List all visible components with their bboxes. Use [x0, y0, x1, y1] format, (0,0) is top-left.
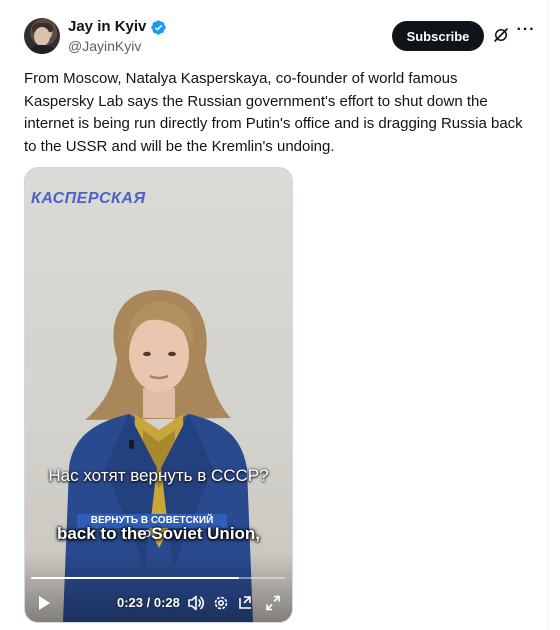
tweet-text: From Moscow, Natalya Kasperskaya, co-fou… — [24, 70, 523, 155]
tweet-card: Jay in Kyiv @JayinKyiv Subscribe ··· Fro… — [0, 0, 549, 630]
tweet-header: Jay in Kyiv @JayinKyiv Subscribe ··· — [24, 18, 534, 58]
video-caption-english: back to the Soviet Union, — [56, 524, 261, 543]
video-time: 0:23 / 0:28 — [117, 595, 180, 610]
video-caption-russian: Нас хотят вернуть в СССР? — [48, 466, 269, 485]
video-player[interactable]: КАСПЕРСКАЯ Нас хотят вернуть в СССР? ВЕР… — [24, 167, 293, 623]
grok-icon[interactable] — [492, 26, 510, 44]
verified-badge-icon — [151, 19, 167, 35]
fullscreen-icon[interactable] — [265, 594, 281, 612]
more-icon[interactable]: ··· — [516, 22, 536, 43]
play-icon[interactable] — [37, 594, 51, 612]
author-name-row[interactable]: Jay in Kyiv — [68, 18, 167, 36]
author-name[interactable]: Jay in Kyiv — [68, 18, 146, 36]
video-progress-fill — [31, 577, 240, 579]
author-handle[interactable]: @JayinKyiv — [68, 38, 141, 55]
avatar[interactable] — [24, 18, 60, 54]
volume-icon[interactable] — [187, 594, 205, 612]
settings-icon[interactable] — [213, 594, 229, 612]
video-progress-bar[interactable] — [31, 577, 285, 579]
picture-in-picture-icon[interactable] — [237, 594, 253, 612]
subscribe-button[interactable]: Subscribe — [392, 21, 484, 51]
